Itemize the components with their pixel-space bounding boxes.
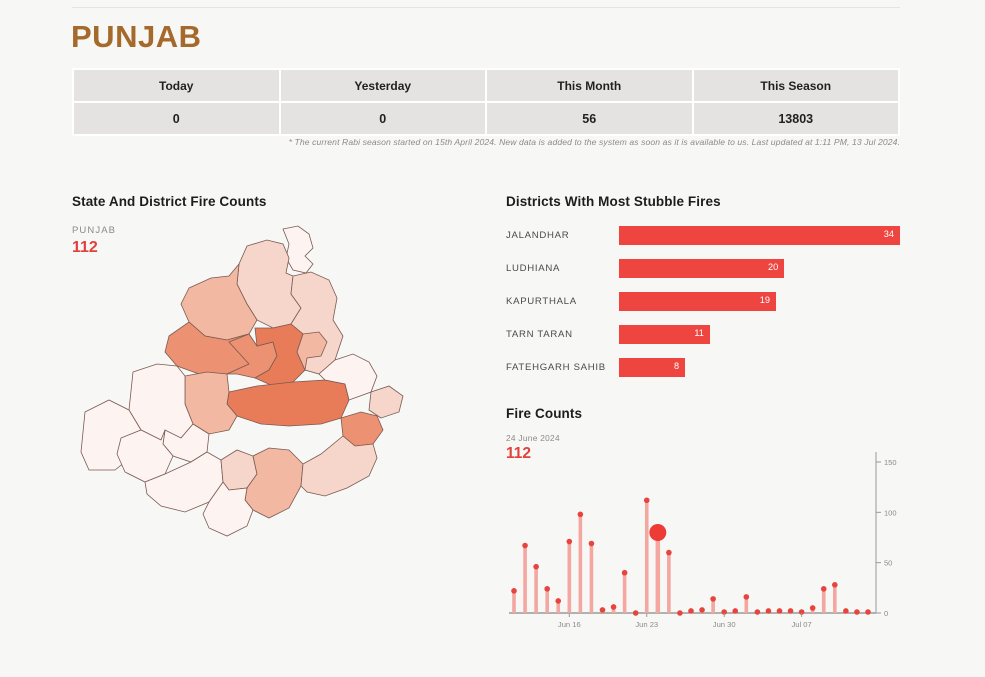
lollipop-dot[interactable] (511, 588, 517, 594)
districts-bar-chart: JALANDHAR 34 LUDHIANA 20 KAPURTHALA 19 TARN TA… (506, 224, 900, 389)
lollipop-dot[interactable] (577, 511, 584, 518)
lollipop-dot[interactable] (610, 604, 617, 610)
column-header-this-season: This Season (693, 70, 898, 101)
lollipop-dot[interactable] (688, 608, 694, 614)
lollipop-y-tick-label: 100 (884, 508, 897, 517)
map-districts-svg[interactable] (77, 224, 477, 594)
district-bar-track: 20 (619, 259, 900, 278)
punjab-choropleth-map[interactable]: PUNJAB 112 (72, 224, 492, 619)
table-row: 0 0 56 13803 (74, 103, 898, 134)
lollipop-dot[interactable] (710, 596, 716, 602)
value-today: 0 (74, 103, 279, 134)
district-bar-label: FATEHGARH SAHIB (506, 362, 606, 373)
fire-counts-lollipop-chart: 24 June 2024 112 0 50 100 150 Jun 16 Jun 23 Ju… (506, 432, 900, 632)
lollipop-dot[interactable] (754, 609, 761, 615)
table-header-row: Today Yesterday This Month This Season (74, 70, 898, 101)
lollipop-dot[interactable] (666, 549, 672, 556)
lollipop-dot[interactable] (843, 608, 849, 614)
lollipop-x-tick-label: Jun 16 (558, 620, 581, 629)
district-bar-row[interactable]: KAPURTHALA 19 (506, 290, 900, 323)
column-header-today: Today (74, 70, 279, 101)
district-bar-track: 8 (619, 358, 900, 377)
lollipop-dot[interactable] (865, 609, 871, 615)
lollipop-x-tick-label: Jun 30 (713, 620, 736, 629)
lollipop-y-tick-label: 0 (884, 609, 888, 618)
district-bar-label: JALANDHAR (506, 230, 570, 241)
district-bar-value: 19 (759, 295, 771, 305)
map-district[interactable] (300, 435, 378, 497)
map-district[interactable] (244, 447, 304, 519)
district-bar-fill: 8 (619, 358, 686, 377)
district-bar-label: KAPURTHALA (506, 296, 577, 307)
column-header-yesterday: Yesterday (280, 70, 485, 101)
district-bar-fill: 19 (619, 292, 777, 311)
lollipop-dot[interactable] (621, 569, 628, 576)
dashboard-page: PUNJAB Today Yesterday This Month This S… (0, 0, 985, 677)
column-header-this-month: This Month (487, 70, 692, 101)
lollipop-dot[interactable] (677, 610, 683, 616)
lollipop-dot[interactable] (533, 563, 539, 570)
lollipop-dot[interactable] (732, 608, 739, 614)
lollipop-dot[interactable] (544, 586, 550, 592)
lollipop-x-tick-label: Jul 07 (791, 620, 811, 629)
page-title: PUNJAB (71, 19, 202, 54)
value-this-season: 13803 (693, 103, 898, 134)
lollipop-selected-date: 24 June 2024 (506, 433, 560, 443)
lollipop-dot[interactable] (743, 594, 750, 600)
lollipop-x-tick-label: Jun 23 (635, 620, 658, 629)
lollipop-y-tick-label: 150 (884, 458, 897, 467)
map-district[interactable] (368, 385, 404, 419)
lollipop-dot[interactable] (599, 607, 606, 613)
lollipop-dot[interactable] (787, 608, 794, 614)
district-bar-value: 34 (883, 229, 894, 239)
district-bar-fill: 34 (619, 226, 900, 245)
district-bar-row[interactable]: FATEHGARH SAHIB 8 (506, 356, 900, 389)
lollipop-dot[interactable] (522, 542, 528, 549)
district-bar-fill: 11 (619, 325, 710, 344)
lollipop-dot[interactable] (699, 607, 705, 613)
lollipop-dot[interactable] (832, 582, 838, 588)
district-bar-value: 11 (694, 328, 704, 338)
header-divider (72, 7, 900, 8)
lollipop-dot[interactable] (632, 610, 639, 616)
lollipop-dot[interactable] (643, 497, 650, 504)
lollipop-dot[interactable] (854, 609, 860, 615)
value-this-month: 56 (487, 103, 692, 134)
district-bar-track: 34 (619, 226, 900, 245)
district-bar-value: 20 (768, 262, 779, 272)
district-bar-row[interactable]: LUDHIANA 20 (506, 257, 900, 290)
summary-table: Today Yesterday This Month This Season 0… (72, 68, 900, 136)
district-bar-row[interactable]: TARN TARAN 11 (506, 323, 900, 356)
fire-counts-section-heading: Fire Counts (506, 406, 583, 421)
district-bar-track: 19 (619, 292, 900, 311)
map-section-heading: State And District Fire Counts (72, 194, 267, 209)
district-bar-label: LUDHIANA (506, 263, 561, 274)
footnote-text: * The current Rabi season started on 15t… (288, 137, 900, 147)
district-bar-track: 11 (619, 325, 900, 344)
district-bar-fill: 20 (619, 259, 785, 278)
lollipop-dot[interactable] (555, 598, 562, 604)
lollipop-dot[interactable] (566, 538, 573, 545)
lollipop-svg[interactable]: 0 50 100 150 Jun 16 Jun 23 Jun 30 Jul 07 (506, 450, 900, 640)
lollipop-dot[interactable] (809, 605, 816, 611)
map-district[interactable] (226, 379, 350, 427)
lollipop-dot-selected[interactable] (649, 523, 667, 541)
lollipop-y-tick-label: 50 (884, 559, 892, 568)
district-bar-row[interactable]: JALANDHAR 34 (506, 224, 900, 257)
lollipop-dot[interactable] (820, 586, 827, 592)
value-yesterday: 0 (280, 103, 485, 134)
lollipop-dot[interactable] (776, 608, 783, 614)
district-bar-label: TARN TARAN (506, 329, 573, 340)
districts-section-heading: Districts With Most Stubble Fires (506, 194, 721, 209)
lollipop-dot[interactable] (588, 540, 595, 547)
district-bar-value: 8 (673, 361, 680, 371)
lollipop-dot[interactable] (765, 608, 772, 614)
